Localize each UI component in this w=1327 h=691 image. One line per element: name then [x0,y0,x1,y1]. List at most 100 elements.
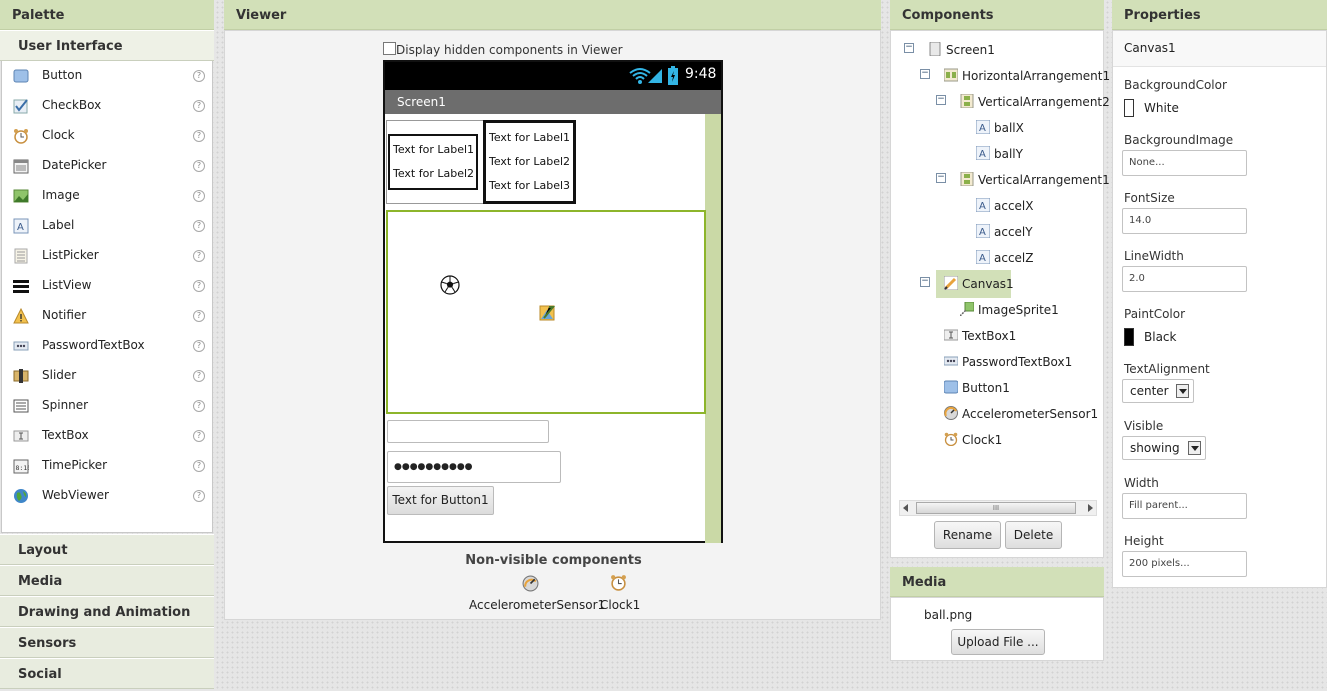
category-media[interactable]: Media [0,565,214,596]
collapse-icon[interactable]: − [936,95,946,105]
battery-icon [668,66,678,85]
passwordtextbox1-preview[interactable]: ●●●●●●●●●● [387,451,561,483]
palette-item-clock[interactable]: Clock ? [2,121,212,151]
vertical-arrangement-2[interactable]: Text for Label1 Text for Label2 [388,134,478,190]
status-time: 9:48 [685,66,717,82]
palette-item-notifier[interactable]: Notifier ? [2,301,212,331]
paint-color-value[interactable]: Black [1144,330,1176,344]
palette-item-image[interactable]: Image ? [2,181,212,211]
dropdown-arrow-icon[interactable] [1176,384,1189,398]
collapse-icon[interactable]: − [904,43,914,53]
category-layout[interactable]: Layout [0,534,214,565]
paint-color-swatch[interactable] [1124,328,1134,346]
vertical-arrangement-icon [960,172,974,186]
delete-button[interactable]: Delete [1005,521,1062,549]
label-icon: A [976,146,990,160]
scroll-thumb[interactable]: III [916,502,1076,514]
nonvisible-clock-label: Clock1 [600,598,641,612]
button-icon [13,69,29,83]
palette-item-timepicker[interactable]: 8:10 TimePicker ? [2,451,212,481]
palette-header: Palette [0,0,214,30]
help-icon[interactable]: ? [193,280,205,292]
scroll-left-icon[interactable] [903,504,908,512]
media-file-ballpng[interactable]: ball.png [924,608,972,622]
background-color-label: BackgroundColor [1124,78,1227,92]
accelerometer-icon[interactable] [522,575,539,592]
notifier-icon [13,308,29,324]
imagesprite-icon[interactable] [539,305,555,321]
hidden-components-checkbox[interactable] [383,42,396,55]
category-drawing-and-animation[interactable]: Drawing and Animation [0,596,214,627]
selected-component-name: Canvas1 [1124,41,1176,55]
rename-button[interactable]: Rename [934,521,1001,549]
horizontal-scrollbar[interactable]: III [899,500,1097,516]
scroll-right-icon[interactable] [1088,504,1093,512]
palette-item-listview[interactable]: ListView ? [2,271,212,301]
help-icon[interactable]: ? [193,400,205,412]
collapse-icon[interactable]: − [920,277,930,287]
category-sensors[interactable]: Sensors [0,627,214,658]
help-icon[interactable]: ? [193,340,205,352]
palette-item-webviewer[interactable]: WebViewer ? [2,481,212,511]
vertical-arrangement-1[interactable]: Text for Label1 Text for Label2 Text for… [483,120,576,204]
category-user-interface[interactable]: User Interface [0,30,214,61]
nonvisible-title: Non-visible components [465,553,642,568]
palette-item-list: Button ? CheckBox ? Clock ? DatePicker ?… [1,61,213,533]
clock-icon[interactable] [610,574,627,591]
help-icon[interactable]: ? [193,370,205,382]
dropdown-arrow-icon[interactable] [1188,441,1201,455]
help-icon[interactable]: ? [193,460,205,472]
text-alignment-label: TextAlignment [1124,362,1210,376]
ballx-label: Text for Label1 [393,143,475,156]
upload-file-button[interactable]: Upload File ... [951,629,1045,655]
collapse-icon[interactable]: − [936,173,946,183]
palette-item-spinner[interactable]: Spinner ? [2,391,212,421]
viewer-header: Viewer [224,0,881,30]
category-social[interactable]: Social [0,658,214,689]
textbox-icon [13,430,29,442]
button1-preview[interactable]: Text for Button1 [387,486,494,515]
text-alignment-select[interactable]: center [1122,379,1194,403]
viewer-body: Display hidden components in Viewer 9:48… [224,30,881,620]
visible-select[interactable]: showing [1122,436,1206,460]
background-image-field[interactable]: None... [1122,150,1247,176]
font-size-field[interactable]: 14.0 [1122,208,1247,234]
nonvisible-accelerometer-label: AccelerometerSensor1 [469,598,606,612]
palette-item-label[interactable]: A Label ? [2,211,212,241]
help-icon[interactable]: ? [193,100,205,112]
height-field[interactable]: 200 pixels... [1122,551,1247,577]
palette-item-button[interactable]: Button ? [2,61,212,91]
palette-item-listpicker[interactable]: ListPicker ? [2,241,212,271]
collapse-icon[interactable]: − [920,69,930,79]
help-icon[interactable]: ? [193,220,205,232]
font-size-label: FontSize [1124,191,1175,205]
label-icon: A [976,120,990,134]
properties-panel: Properties Canvas1 BackgroundColor White… [1112,0,1327,588]
width-field[interactable]: Fill parent... [1122,493,1247,519]
help-icon[interactable]: ? [193,130,205,142]
textbox1-preview[interactable] [387,420,549,443]
help-icon[interactable]: ? [193,430,205,442]
components-header: Components [890,0,1104,30]
clock-icon [944,432,958,446]
canvas1[interactable] [386,210,706,414]
line-width-field[interactable]: 2.0 [1122,266,1247,292]
help-icon[interactable]: ? [193,310,205,322]
hidden-components-toggle[interactable]: Display hidden components in Viewer [383,42,623,57]
palette-item-checkbox[interactable]: CheckBox ? [2,91,212,121]
palette-item-slider[interactable]: Slider ? [2,361,212,391]
palette-item-datepicker[interactable]: DatePicker ? [2,151,212,181]
background-color-swatch[interactable] [1124,99,1134,117]
help-icon[interactable]: ? [193,70,205,82]
help-icon[interactable]: ? [193,190,205,202]
help-icon[interactable]: ? [193,490,205,502]
palette-item-textbox[interactable]: TextBox ? [2,421,212,451]
help-icon[interactable]: ? [193,250,205,262]
soccer-ball-sprite[interactable] [440,275,460,295]
palette-item-passwordtextbox[interactable]: PasswordTextBox ? [2,331,212,361]
timepicker-icon: 8:10 [13,459,29,474]
help-icon[interactable]: ? [193,160,205,172]
vertical-scrollbar[interactable] [705,114,721,543]
bally-label: Text for Label2 [393,167,475,180]
background-color-value[interactable]: White [1144,101,1179,115]
